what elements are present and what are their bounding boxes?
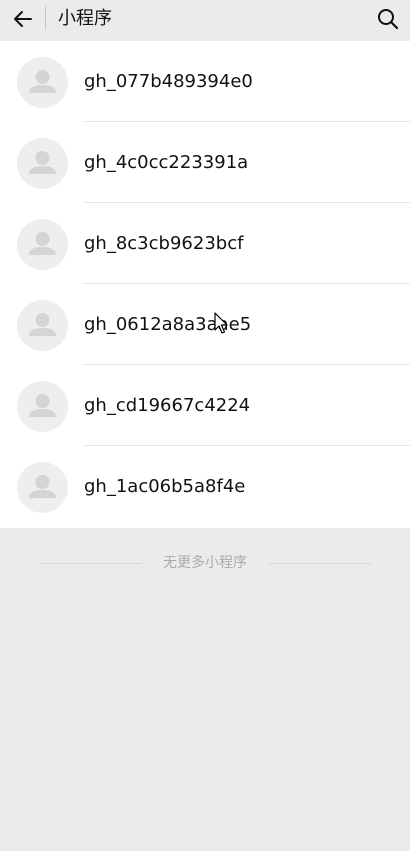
- mini-program-name: gh_4c0cc223391a: [84, 152, 249, 173]
- default-user-icon: [17, 300, 68, 351]
- default-user-icon: [17, 381, 68, 432]
- list-item[interactable]: gh_077b489394e0: [0, 41, 410, 122]
- arrow-left-icon: [14, 11, 32, 27]
- mini-program-name: gh_cd19667c4224: [84, 395, 251, 416]
- list-item[interactable]: gh_8c3cb9623bcf: [0, 203, 410, 284]
- mini-program-name: gh_1ac06b5a8f4e: [84, 476, 246, 497]
- back-button[interactable]: [6, 4, 40, 34]
- footer-divider-right: [269, 563, 371, 564]
- default-user-icon: [17, 57, 68, 108]
- default-user-icon: [17, 138, 68, 189]
- list-item[interactable]: gh_0612a8a3aae5: [0, 284, 410, 365]
- mini-program-name: gh_077b489394e0: [84, 71, 253, 92]
- list-end-footer: 无更多小程序: [0, 528, 410, 598]
- page-title: 小程序: [58, 8, 112, 29]
- list-item[interactable]: gh_4c0cc223391a: [0, 122, 410, 203]
- default-user-icon: [17, 219, 68, 270]
- top-bar: 小程序: [0, 0, 410, 41]
- search-icon: [378, 9, 399, 30]
- search-button[interactable]: [372, 4, 404, 34]
- mini-program-name: gh_8c3cb9623bcf: [84, 233, 244, 254]
- list-item[interactable]: gh_cd19667c4224: [0, 365, 410, 446]
- list-item[interactable]: gh_1ac06b5a8f4e: [0, 446, 410, 527]
- default-user-icon: [17, 462, 68, 513]
- mouse-cursor-icon: [214, 312, 228, 334]
- mini-program-list: gh_077b489394e0 gh_4c0cc223391a gh_8c3cb…: [0, 41, 410, 528]
- title-separator: [45, 6, 46, 30]
